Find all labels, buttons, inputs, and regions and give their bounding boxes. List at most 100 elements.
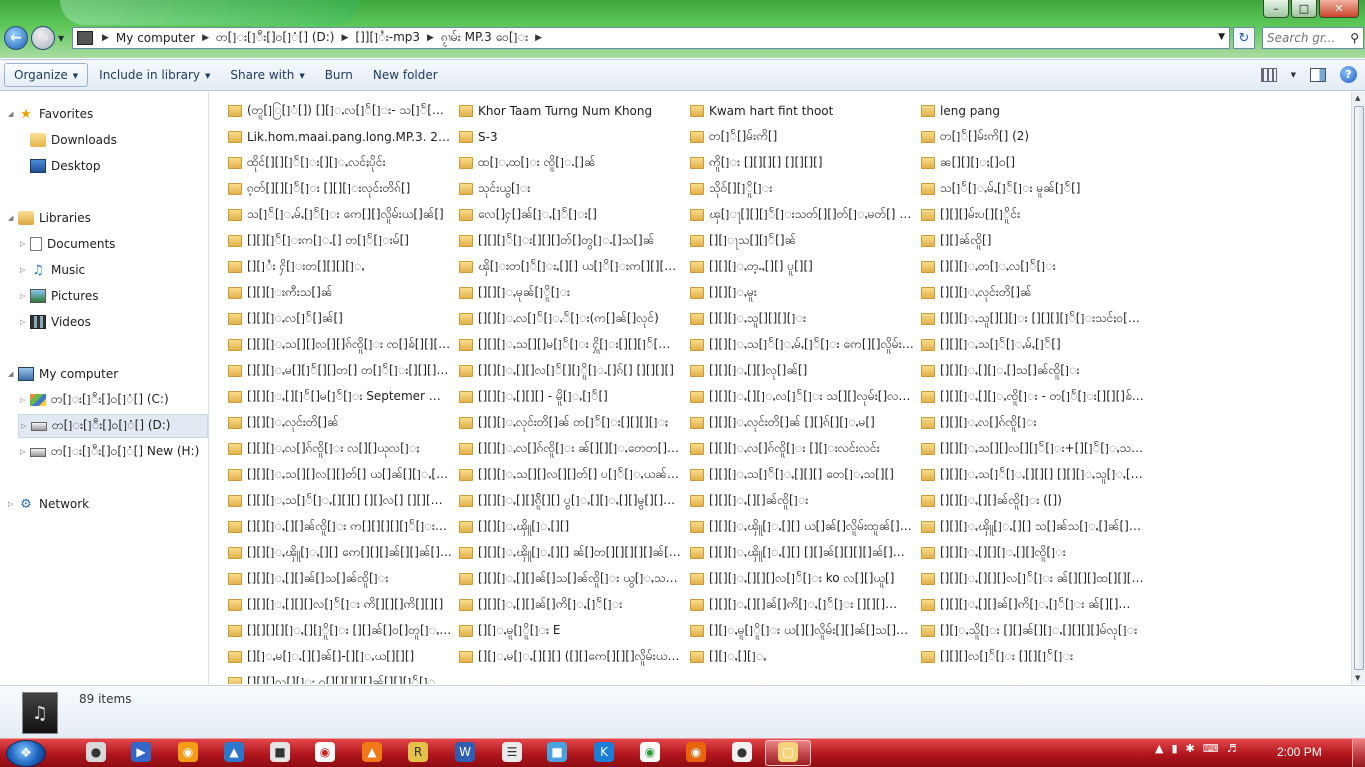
breadcrumb-drive-d[interactable]: တ[]း[]ီး[]ဝ[]ံ[] (D:)	[212, 29, 338, 47]
nav-my-computer[interactable]: ◢ My computer	[8, 364, 118, 384]
folder-item[interactable]: ၼ[][][]ႈ[]ဝ[]	[921, 150, 1152, 176]
collapsed-icon[interactable]: ▷	[8, 500, 18, 508]
scroll-up-icon[interactable]: ▲	[1355, 94, 1360, 102]
folder-item[interactable]: leng pang	[921, 98, 1152, 124]
folder-item[interactable]: [][][]ႇမူး	[690, 280, 921, 306]
folder-item[interactable]: [][][]ႇ[][][]လ[]ႅ[]း ko လ[][]ယူ[]	[690, 566, 921, 592]
collapsed-icon[interactable]: ▷	[20, 240, 30, 248]
nav-documents[interactable]: ▷ Documents	[20, 234, 115, 254]
nav-desktop[interactable]: Desktop	[30, 156, 101, 176]
folder-item[interactable]: ၾိ[]းတ[]ႅ[]းႇ[][] ယ[]ိ[]းဢ[][][]ႇႅ[]း	[459, 254, 690, 280]
folder-item[interactable]: [][][]ႇသ[][]လ[][]တ်[] ပ[]ႅ[]ႇယၼ်[]မူၼ်[]…	[459, 462, 690, 488]
folder-item[interactable]: [][][]ႇ[][]ႇလ[]ႅ[]း သ[][]လုမ်း[]လ[]ႅ[]လိ…	[690, 384, 921, 410]
folder-item[interactable]: [][]ႇ[][]ႇ	[690, 644, 921, 670]
expand-icon[interactable]: ◢	[8, 370, 18, 378]
folder-item[interactable]: [][][]ႇ[][]ၵ်ိူ[][] ပွ[]ႇ[][]ႇ[][]မွ[][]…	[459, 488, 690, 514]
share-with-button[interactable]: Share with ▼	[221, 64, 313, 86]
folder-item[interactable]: [][][]ႇၾိူ[]ႇ[][] [][]ၼ်[][][][]ၼ်[]သွင်…	[690, 540, 921, 566]
nav-network[interactable]: ▷ ⚙ Network	[8, 494, 89, 514]
folder-item[interactable]: [][]ႇမူ[]ိူ[]း ယ[][]လိူမ်း[][]ၼ်[]သ[]ၼ်တ…	[690, 618, 921, 644]
folder-icon[interactable]: □	[778, 742, 798, 762]
collapsed-icon[interactable]: ▷	[20, 396, 30, 404]
folder-item[interactable]: တ[]ႅ[]မ်းဢိ[] (2)	[921, 124, 1152, 150]
vertical-scrollbar[interactable]: ▲ ▼	[1351, 92, 1365, 684]
show-hidden-icons-icon[interactable]: ▲	[1155, 742, 1163, 755]
folder-item[interactable]: [][][]ႇလုင်းတိ[]ၼ် [][]ၵ်[][]ႇမ[]	[690, 410, 921, 436]
media-player-icon[interactable]: ▶	[131, 742, 151, 762]
forward-button[interactable]: →	[31, 26, 55, 50]
show-desktop-button[interactable]	[1352, 739, 1365, 767]
folder-item[interactable]: သိုဝ်[][]ိူ[]း	[690, 176, 921, 202]
nav-libraries[interactable]: ◢ Libraries	[8, 208, 91, 228]
folder-item[interactable]: [][][]ႇတ့ႉႇ[][] ပူ[][]	[690, 254, 921, 280]
folder-item[interactable]: [][][]ႇၾိူ[]ႇ[][] သ[]ၼ်သ[]ႇ[]ၼ်[][][]ႅ[]…	[921, 514, 1152, 540]
folder-item[interactable]: [][][]လ[]ႅ[]း [][][]ႅ[]း	[921, 644, 1152, 670]
folder-item[interactable]: သ[]ႅ[]ႇမ်ႇ[]ႅ[]း ဢေ[][]လိူမ်းယ[]ၼ်[]	[228, 202, 459, 228]
search-icon[interactable]: ⚲	[1350, 31, 1359, 45]
folder-item[interactable]: [][][]ႇလ[]ၵ်ၸိူ[]း လ[][]ယုလ[]ႈ	[228, 436, 459, 462]
folder-item[interactable]: [][][]ႇသ[][]မ[]ႅ[]း ႁိူ[]း[][][]ႅ[]း တ[]…	[459, 332, 690, 358]
folder-item[interactable]: [][][]ႇ[][]ၼ်[]သ[]ၼ်ၸိူ[]း ယွ[]ႇသင်သ[]ၼ်…	[459, 566, 690, 592]
breadcrumb-current-folder[interactable]: ၵႂၢမ်း MP.3 ဝေ[]း	[437, 29, 532, 47]
folder-item[interactable]: [][][]ႇသ[][]လ[][]တ်[] ယ[]ၼ်[][]ႇ[][]မွ[]…	[228, 462, 459, 488]
refresh-icon[interactable]: ↻	[1233, 27, 1255, 49]
folder-item[interactable]: Lik.hom.maai.pang.long.MP.3. 21.11.09	[228, 124, 459, 150]
folder-item[interactable]: [][]ႃသ[][]ႅ[]ၼ်	[690, 228, 921, 254]
folder-item[interactable]: [][][]လ[][]း ဝ[][][][][]ၼ်[][][]ႅ[]ႇ[][]…	[228, 670, 459, 684]
signal-icon[interactable]: ▮	[1171, 742, 1177, 755]
collapsed-icon[interactable]: ▷	[20, 292, 30, 300]
nav-music[interactable]: ▷ ♫ Music	[20, 260, 85, 280]
scrollbar-thumb[interactable]	[1354, 106, 1364, 670]
expand-icon[interactable]: ◢	[8, 110, 18, 118]
chrome-icon[interactable]: ◉	[640, 742, 660, 762]
firefox-icon[interactable]: ◉	[178, 742, 198, 762]
folder-item[interactable]: [][][]မ်းပ[][]ိူင်း	[921, 202, 1152, 228]
folder-item[interactable]: [][][]ႇလ[]ၵ်ၸိူ[]း ၼ်[][][]ႇတေတ[][][]ႇယ[…	[459, 436, 690, 462]
folder-item[interactable]: [][][]ႇသူ[][][]း [][][][]ႅ[]းသင်ႈဝ[]ႅ[]း…	[921, 306, 1152, 332]
chevron-right-icon[interactable]: ▶	[199, 33, 212, 43]
folder-item[interactable]: [][][]ႇလ[]ၵ်ၸိူ[]း	[921, 410, 1152, 436]
folder-item[interactable]: လေ[]ႁ[]ၼ်[]ႇ[]ႅ[]း[]	[459, 202, 690, 228]
folder-item[interactable]: ၵ့တ်[][][]ႅ[]း [][][]းလုင်းတိၵ်[]	[228, 176, 459, 202]
preview-pane-icon[interactable]	[1310, 67, 1326, 82]
folder-item[interactable]: [][]ႇမူ[]ိူ[]း E	[459, 618, 690, 644]
folder-item[interactable]: [][][]ႇ[][]ၼ်[]ဢိ[]ႇ[]ႅ[]း ၼ်[][]ၼ်း[][]…	[921, 592, 1152, 618]
collapsed-icon[interactable]: ▷	[20, 448, 30, 456]
folder-item[interactable]: ထိုင်[][][]ႅ[]း[][]ႇလင်ႈပိုင်း	[228, 150, 459, 176]
folder-item[interactable]: ၾ[]ႃ[][][]ႅ[]းသတ်[][]တ်[]ႇမတ်[] ဢေ[][][]…	[690, 202, 921, 228]
folder-item[interactable]: [][][]ႇသ[]ႅ[]ႇ[][][] တေ[]ႇသ[][]	[690, 462, 921, 488]
folder-item[interactable]: [][][]ႇၾိူ[]ႇ[][]	[459, 514, 690, 540]
chevron-right-icon[interactable]: ▶	[532, 33, 545, 43]
folder-item[interactable]: [][][]ႇ[][]ႇၸိူ[]း - တ[]ႅ[]း[][][]ၶ်[][]…	[921, 384, 1152, 410]
start-button[interactable]: ❖	[6, 740, 46, 767]
power-icon[interactable]: ⌨	[1203, 742, 1219, 755]
nav-favorites[interactable]: ◢ ★ Favorites	[8, 104, 93, 124]
folder-item[interactable]: [][][]ႇသူ[][][][]း	[690, 306, 921, 332]
chevron-right-icon[interactable]: ▶	[338, 33, 351, 43]
nav-drive-h[interactable]: ▷ တ[]း[]ီး[]ဝ[]ံ[] New (H:)	[20, 442, 199, 462]
bluetooth-icon[interactable]: ✱	[1186, 742, 1195, 755]
notepad-icon[interactable]: ☰	[502, 742, 522, 762]
folder-item[interactable]: [][]ႆး ႁိ[]းတ[][][][]ႇ	[228, 254, 459, 280]
folder-item[interactable]: [][][]ႇသ[][]လ[][]ႅ[]း+[][]ႅ[]ႇသ[]ၵ်ႇမွ[]…	[921, 436, 1152, 462]
folder-item[interactable]: သုင်းယွ[]း	[459, 176, 690, 202]
folder-item[interactable]: [][][]ႇသ[]ႅ[]ႇ[][][] [][]လ[] [][][]ႇ[]ၼ်…	[228, 488, 459, 514]
folder-item[interactable]: [][][]ႇမုၼ်[]ိူ[]း	[459, 280, 690, 306]
collapsed-icon[interactable]: ▷	[21, 422, 31, 430]
new-folder-button[interactable]: New folder	[364, 64, 447, 86]
folder-item[interactable]: ဢိူ[]း [][][][] [][][][]	[690, 150, 921, 176]
close-icon[interactable]: ✕	[1319, 0, 1359, 18]
folder-item[interactable]: [][][]ႇ[][]ႇ[]သ[]ၼ်ၸိူ[]း	[921, 358, 1152, 384]
folder-item[interactable]: [][][]ႅ[]းဢ[]ႉ[] တ[]ႅ[]းမ်[]	[228, 228, 459, 254]
expand-icon[interactable]: ◢	[8, 214, 18, 222]
nav-drive-d[interactable]: ▷ တ[]း[]ီး[]ဝ[]ံ[] (D:)	[18, 414, 208, 438]
app-icon[interactable]: ◉	[315, 742, 335, 762]
back-button[interactable]: ←	[4, 26, 28, 50]
paint-icon[interactable]: ■	[547, 742, 567, 762]
folder-item[interactable]: [][][]ႇၾိူ[]ႇ[][] ဢေ[][][]ၼ်[][]ၼ်[]ယ[]တ…	[228, 540, 459, 566]
folder-item[interactable]: [][][]ႇလုင်းတိ[]ၼ်	[921, 280, 1152, 306]
folder-item[interactable]: [][][]ႇ[][][]လ[]ႅ[]း ၼ်[][][]ထ[][][][]းယ…	[921, 566, 1152, 592]
folder-item[interactable]: [][][]ႇတ[]ႇလ[]ႅ[]း	[921, 254, 1152, 280]
folder-item[interactable]: [][][]ႇ[][][]ႇ[][]ၸိူ[]း	[921, 540, 1152, 566]
chevron-right-icon[interactable]: ▶	[99, 33, 112, 43]
